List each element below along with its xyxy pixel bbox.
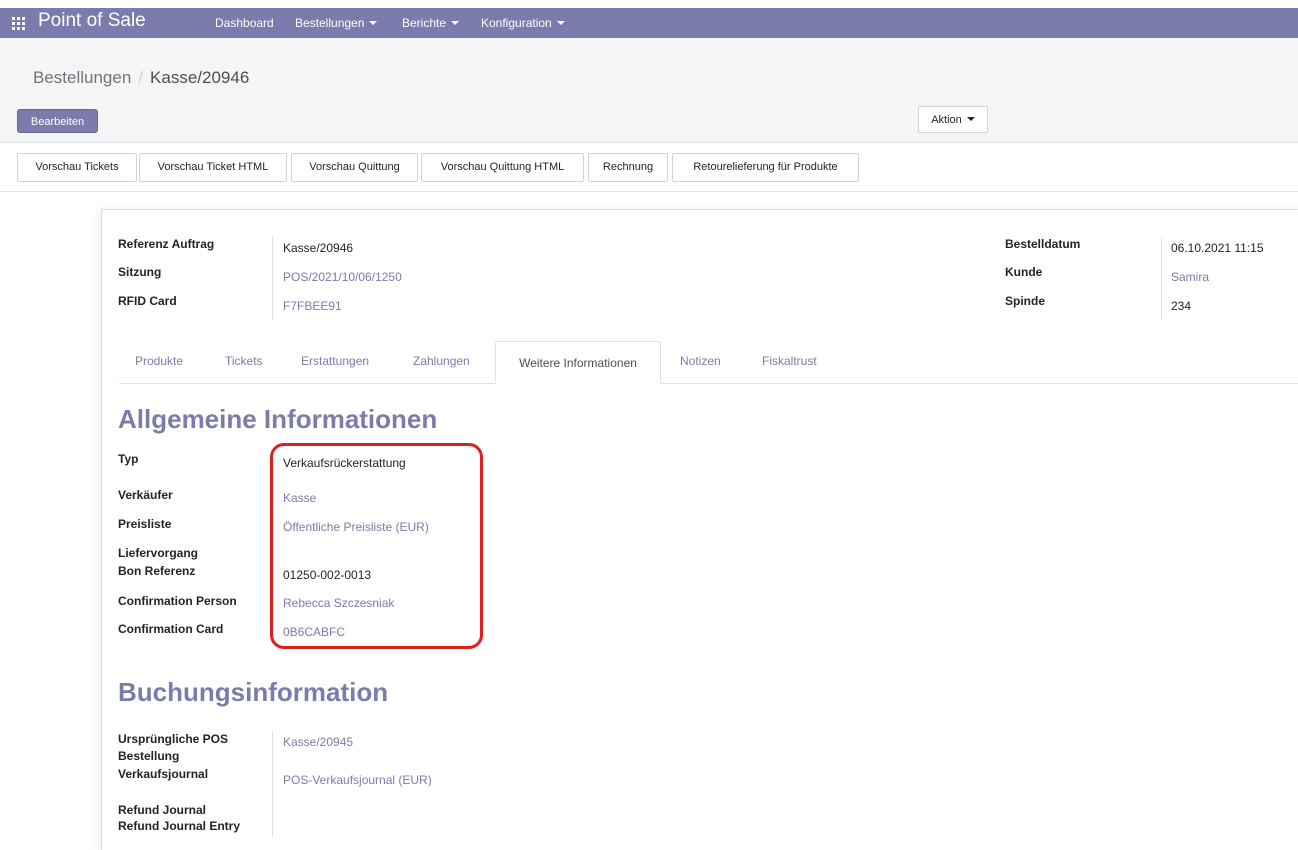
date-label: Bestelldatum — [1005, 237, 1081, 251]
caret-down-icon — [966, 117, 975, 121]
type-label: Typ — [118, 452, 139, 466]
rfid-label: RFID Card — [118, 294, 177, 308]
seller-label: Verkäufer — [118, 488, 173, 502]
header-divider — [0, 191, 1298, 192]
nav-item-bestellungen-label: Bestellungen — [295, 16, 365, 30]
nav-item-konfiguration-label: Konfiguration — [481, 16, 552, 30]
refund-journal-entry-label: Refund Journal Entry — [118, 819, 241, 833]
nav-item-berichte[interactable]: Berichte — [402, 16, 460, 30]
original-order-label-line1: Ursprüngliche POS — [118, 732, 229, 746]
tab-erstattungen[interactable]: Erstattungen — [301, 354, 369, 368]
preview-ticket-html-button[interactable]: Vorschau Ticket HTML — [139, 153, 287, 182]
tab-weitere-informationen[interactable]: Weitere Informationen — [495, 341, 661, 384]
breadcrumb: Bestellungen / Kasse/20946 — [33, 68, 249, 88]
caret-down-icon — [369, 21, 378, 25]
preview-receipt-button[interactable]: Vorschau Quittung — [291, 153, 418, 182]
invoice-button[interactable]: Rechnung — [588, 153, 668, 182]
preview-receipt-html-button[interactable]: Vorschau Quittung HTML — [421, 153, 584, 182]
tab-zahlungen[interactable]: Zahlungen — [413, 354, 470, 368]
tab-notizen[interactable]: Notizen — [680, 354, 721, 368]
breadcrumb-parent-link[interactable]: Bestellungen — [33, 68, 131, 87]
ref-value: Kasse/20946 — [283, 241, 354, 255]
caret-down-icon — [451, 21, 460, 25]
action-dropdown-label: Aktion — [931, 114, 962, 126]
confirmation-card-label: Confirmation Card — [118, 622, 224, 636]
original-order-link[interactable]: Kasse/20945 — [283, 735, 353, 749]
breadcrumb-current: Kasse/20946 — [150, 68, 250, 87]
preview-tickets-button[interactable]: Vorschau Tickets — [17, 153, 137, 182]
ref-label: Referenz Auftrag — [118, 237, 215, 251]
rfid-link[interactable]: F7FBEE91 — [283, 299, 342, 313]
refund-journal-label: Refund Journal — [118, 803, 207, 817]
sales-journal-label: Verkaufsjournal — [118, 767, 209, 781]
app-title[interactable]: Point of Sale — [38, 10, 146, 32]
pricelist-label: Preisliste — [118, 517, 172, 531]
sales-journal-link[interactable]: POS-Verkaufsjournal (EUR) — [283, 773, 432, 787]
edit-button[interactable]: Bearbeiten — [17, 109, 98, 133]
customer-link[interactable]: Samira — [1171, 270, 1209, 284]
tab-produkte[interactable]: Produkte — [135, 354, 183, 368]
action-dropdown-button[interactable]: Aktion — [918, 106, 988, 133]
booking-section-heading: Buchungsinformation — [118, 677, 389, 707]
locker-label: Spinde — [1005, 294, 1046, 308]
confirmation-person-label: Confirmation Person — [118, 594, 237, 608]
apps-grid-icon[interactable] — [12, 17, 25, 30]
tabs-divider — [119, 383, 1298, 384]
nav-item-konfiguration[interactable]: Konfiguration — [481, 16, 565, 30]
nav-item-bestellungen[interactable]: Bestellungen — [295, 16, 378, 30]
control-panel: Bestellungen / Kasse/20946 Bearbeiten Akti… — [0, 38, 1298, 143]
session-label: Sitzung — [118, 265, 162, 279]
field-divider — [272, 236, 273, 320]
original-order-label-line2: Bestellung — [118, 749, 180, 763]
customer-label: Kunde — [1005, 265, 1043, 279]
nav-item-berichte-label: Berichte — [402, 16, 447, 30]
tab-fiskaltrust[interactable]: Fiskaltrust — [762, 354, 817, 368]
return-delivery-button[interactable]: Retourelieferung für Produkte — [672, 153, 859, 182]
delivery-label: Liefervorgang — [118, 546, 199, 560]
nav-item-dashboard[interactable]: Dashboard — [215, 16, 274, 30]
session-link[interactable]: POS/2021/10/06/1250 — [283, 270, 402, 284]
tab-tickets[interactable]: Tickets — [225, 354, 263, 368]
breadcrumb-separator: / — [138, 68, 144, 87]
bon-ref-label: Bon Referenz — [118, 564, 196, 578]
field-divider — [1161, 236, 1162, 320]
general-section-heading: Allgemeine Informationen — [118, 404, 438, 434]
field-divider — [272, 731, 273, 837]
top-navbar: Point of Sale Dashboard Bestellungen Ber… — [0, 8, 1298, 38]
caret-down-icon — [556, 21, 565, 25]
locker-value: 234 — [1171, 299, 1192, 313]
highlight-annotation — [270, 443, 483, 649]
date-value: 06.10.2021 11:15 — [1171, 241, 1264, 255]
